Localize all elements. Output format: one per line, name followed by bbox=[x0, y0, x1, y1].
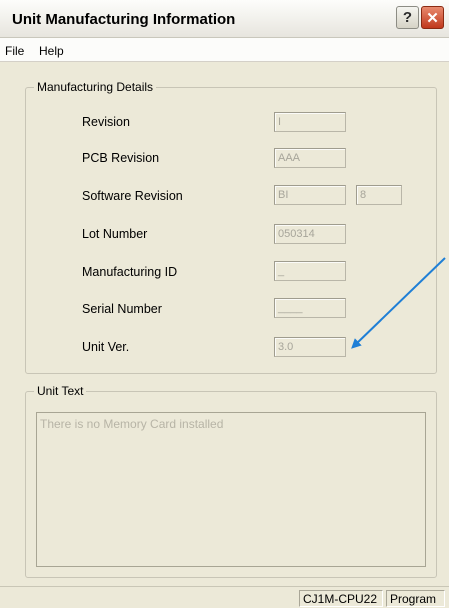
label-manufacturing-id: Manufacturing ID bbox=[82, 265, 178, 279]
label-lot-number: Lot Number bbox=[82, 227, 148, 241]
close-button[interactable]: ✕ bbox=[421, 6, 444, 29]
unit-text-group: Unit Text There is no Memory Card instal… bbox=[25, 384, 437, 578]
menu-help[interactable]: Help bbox=[39, 44, 64, 58]
manufacturing-id-field[interactable]: _ bbox=[274, 261, 346, 281]
group-caption: Manufacturing Details bbox=[34, 80, 157, 94]
unit-ver-field[interactable]: 3.0 bbox=[274, 337, 346, 357]
label-pcb-revision: PCB Revision bbox=[82, 151, 160, 165]
label-revision: Revision bbox=[82, 115, 130, 129]
menu-file[interactable]: File bbox=[5, 44, 24, 58]
serial-number-field[interactable]: ____ bbox=[274, 298, 346, 318]
software-revision-field[interactable]: BI bbox=[274, 185, 346, 205]
question-icon: ? bbox=[402, 9, 413, 26]
revision-field[interactable]: I bbox=[274, 112, 346, 132]
label-unit-ver: Unit Ver. bbox=[82, 340, 130, 354]
unit-text-area[interactable]: There is no Memory Card installed bbox=[36, 412, 426, 567]
status-bar: CJ1M-CPU22 Program bbox=[0, 586, 449, 608]
window-title: Unit Manufacturing Information bbox=[12, 11, 236, 28]
manufacturing-details-group: Manufacturing Details Revision I PCB Rev… bbox=[25, 80, 437, 374]
close-icon: ✕ bbox=[426, 9, 439, 27]
label-software-revision: Software Revision bbox=[82, 189, 183, 203]
software-revision-field-2[interactable]: 8 bbox=[356, 185, 402, 205]
title-bar[interactable]: Unit Manufacturing Information ? ✕ bbox=[0, 0, 449, 38]
help-button[interactable]: ? bbox=[396, 6, 419, 29]
pcb-revision-field[interactable]: AAA bbox=[274, 148, 346, 168]
menu-bar: File Help bbox=[0, 38, 449, 62]
lot-number-field[interactable]: 050314 bbox=[274, 224, 346, 244]
unit-info-window: Unit Manufacturing Information ? ✕ File … bbox=[0, 0, 449, 608]
label-serial-number: Serial Number bbox=[82, 302, 162, 316]
status-model: CJ1M-CPU22 bbox=[299, 590, 383, 607]
unit-text-caption: Unit Text bbox=[34, 384, 87, 398]
status-mode: Program bbox=[386, 590, 445, 607]
